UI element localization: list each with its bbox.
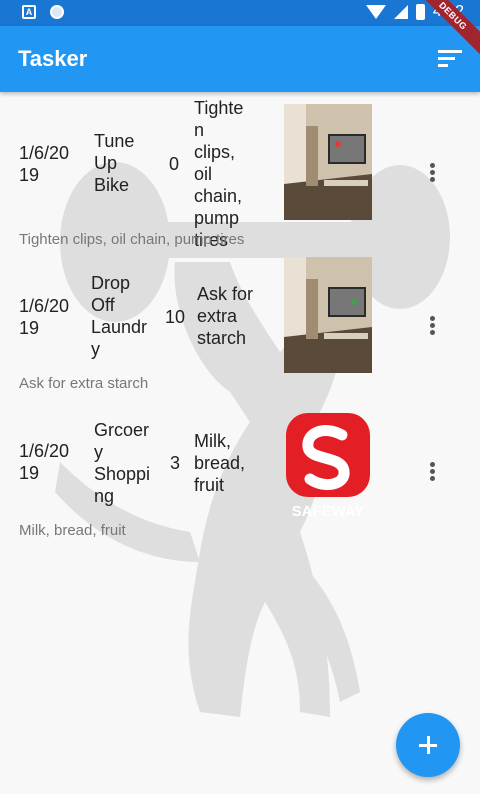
task-row[interactable]: 1/6/20 19 Drop Off Laundr y 10 Ask for e… xyxy=(0,250,480,405)
task-list: 1/6/20 19 Tune Up Bike 0 Tighte n clips,… xyxy=(0,92,480,555)
safeway-logo-text: SAFEWAY xyxy=(292,503,365,520)
task-row[interactable]: 1/6/20 19 Grcoer y Shoppi ng 3 Milk, bre… xyxy=(0,405,480,555)
task-date: 1/6/20 19 xyxy=(19,296,70,338)
task-row[interactable]: 1/6/20 19 Tune Up Bike 0 Tighte n clips,… xyxy=(0,92,480,250)
notification-a-icon: A xyxy=(22,5,36,19)
task-image-safeway-logo: SAFEWAY xyxy=(284,411,372,521)
status-bar: A 4:42 xyxy=(0,0,480,26)
task-notes: Milk, bread, fruit xyxy=(194,431,246,495)
sort-icon[interactable] xyxy=(438,48,462,68)
wifi-icon xyxy=(365,5,386,19)
task-image-room-photo xyxy=(284,257,372,373)
signal-icon xyxy=(393,5,408,19)
task-description: Tighten clips, oil chain, pump tires xyxy=(19,231,245,248)
task-count: 3 xyxy=(170,453,181,473)
add-task-button[interactable] xyxy=(396,713,460,777)
task-name: Grcoer y Shoppi ng xyxy=(94,420,151,506)
app-title: Tasker xyxy=(18,46,88,71)
task-date: 1/6/20 19 xyxy=(19,143,70,185)
task-description: Ask for extra starch xyxy=(19,375,149,392)
task-count: 0 xyxy=(169,154,180,174)
task-menu-icon[interactable] xyxy=(424,161,442,185)
task-description: Milk, bread, fruit xyxy=(19,522,126,539)
task-menu-icon[interactable] xyxy=(424,460,442,484)
task-count: 10 xyxy=(165,307,186,327)
task-date: 1/6/20 19 xyxy=(19,441,70,483)
battery-icon xyxy=(415,4,425,20)
task-menu-icon[interactable] xyxy=(424,314,442,338)
task-image-room-photo xyxy=(284,104,372,220)
task-notes: Tighte n clips, oil chain, pump tires xyxy=(194,98,244,250)
task-name: Tune Up Bike xyxy=(94,131,135,195)
task-notes: Ask for extra starch xyxy=(197,284,254,348)
app-bar: Tasker xyxy=(0,26,480,92)
task-name: Drop Off Laundr y xyxy=(91,273,148,359)
notification-circle-icon xyxy=(50,5,64,19)
